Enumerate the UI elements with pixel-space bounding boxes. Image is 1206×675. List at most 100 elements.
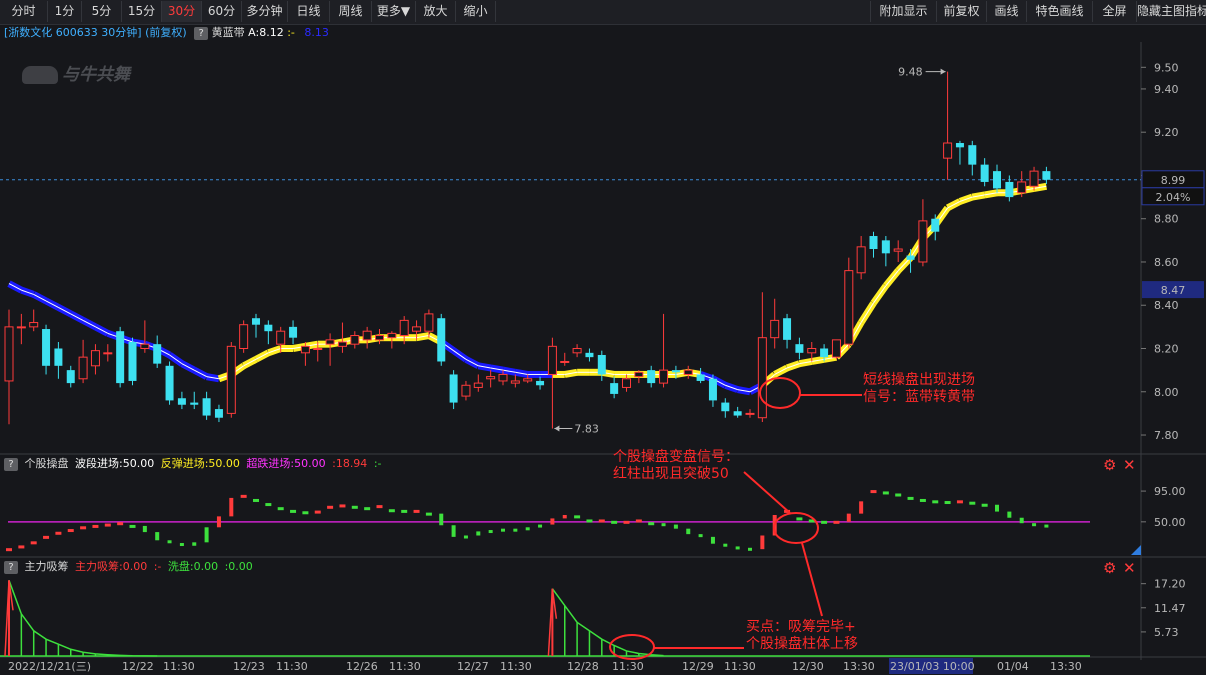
p2-tick-label-0: 95.00	[1154, 485, 1186, 498]
candle-body-down	[536, 380, 545, 386]
panel2-corner-marker	[1131, 545, 1141, 555]
panel2-dash	[919, 498, 926, 502]
x-axis-label-15: 23/01/03 10:00	[890, 660, 975, 673]
panel2-bar	[204, 527, 209, 543]
y-tick-label-4: 8.80	[1154, 213, 1179, 226]
panel2-bar	[735, 546, 740, 550]
candle-body-up	[745, 412, 755, 415]
candle-body-down	[1005, 181, 1014, 198]
y-tick-label-6: 8.40	[1154, 299, 1179, 312]
panel2-help-icon[interactable]: ?	[4, 457, 18, 471]
candle-body-down	[708, 378, 717, 401]
candle-body-up	[362, 330, 372, 341]
x-axis-label-8: 11:30	[500, 660, 532, 673]
candle-body-down	[66, 370, 75, 384]
panel2-dash	[425, 512, 432, 516]
candle-body-up	[856, 246, 866, 274]
candle-body-up	[90, 350, 100, 367]
low-marker-label: 7.83	[574, 423, 599, 436]
panel2-settings-icon[interactable]: ⚙	[1103, 458, 1116, 473]
candle-body-down	[190, 402, 199, 405]
candle-body-up	[770, 319, 780, 339]
x-axis-label-7: 12/27	[457, 660, 489, 673]
candle-body-down	[449, 374, 458, 403]
panel2-dash	[586, 519, 593, 523]
x-axis-label-14: 13:30	[843, 660, 875, 673]
panel2-dash	[932, 500, 939, 504]
panel2-bar	[216, 516, 221, 528]
pct-badge: 2.04%	[1156, 191, 1191, 204]
candle-body-down	[1042, 171, 1051, 180]
panel2-bar	[476, 531, 481, 536]
panel2-dash	[117, 522, 124, 526]
panel2-name[interactable]: 个股操盘	[25, 457, 69, 470]
panel2-bar	[550, 518, 555, 525]
panel2-dash	[80, 526, 87, 530]
candle-body-up	[78, 356, 88, 380]
panel2-dash	[796, 517, 803, 521]
panel2-dash	[277, 507, 284, 511]
panel2-bar	[1032, 523, 1037, 527]
candle-body-down	[869, 236, 878, 249]
panel2-dash	[240, 494, 247, 498]
panel2-dash	[969, 501, 976, 505]
panel2-bar	[1044, 524, 1049, 528]
candle-body-up	[4, 326, 14, 382]
candle-body-down	[128, 342, 137, 381]
candle-body-down	[177, 398, 186, 405]
price-badge: 8.99	[1161, 174, 1186, 187]
panel2-bar	[142, 525, 147, 533]
annotation-circle-turn	[773, 512, 819, 544]
annotation-line-buy-2	[801, 542, 823, 617]
panel2-sep: :-	[373, 457, 382, 470]
candle-body-up	[498, 373, 508, 382]
panel3-title: ? 主力吸筹 主力吸筹:0.00 :- 洗盘:0.00 :0.00	[0, 559, 256, 575]
panel2-dash	[648, 522, 655, 526]
panel2-bar	[488, 530, 493, 534]
panel3-name[interactable]: 主力吸筹	[25, 560, 69, 573]
y-tick-label-7: 8.20	[1154, 343, 1179, 356]
candle-body-down	[153, 344, 162, 364]
panel2-dash	[907, 496, 914, 500]
panel2-dash	[870, 490, 877, 494]
panel2-bar	[192, 542, 197, 546]
panel2-bar	[723, 543, 728, 547]
x-axis-label-17: 13:30	[1050, 660, 1082, 673]
panel3-settings-icon[interactable]: ⚙	[1103, 561, 1116, 576]
x-axis-label-3: 12/23	[233, 660, 265, 673]
candle-body-up	[486, 376, 496, 380]
candle-body-down	[721, 402, 730, 412]
level-badge: 8.47	[1161, 284, 1186, 297]
candle-body-down	[585, 352, 594, 358]
candle-body-up	[659, 369, 669, 384]
x-axis-label-13: 12/30	[792, 660, 824, 673]
candle-body-down	[968, 145, 977, 165]
candle-body-up	[16, 326, 26, 329]
candle-body-up	[844, 270, 854, 345]
candle-body-up	[337, 341, 347, 347]
panel2-dash	[92, 524, 99, 528]
x-axis-label-12: 11:30	[724, 660, 756, 673]
panel2-dash	[6, 548, 12, 552]
candle-body-up	[325, 339, 335, 345]
candle-body-up	[387, 332, 397, 339]
x-axis-label-6: 11:30	[389, 660, 421, 673]
band-center-line	[873, 285, 887, 304]
candle-body-up	[29, 322, 39, 328]
panel2-bar	[167, 540, 172, 544]
candle-body-down	[980, 164, 989, 182]
panel3-close-icon[interactable]: ✕	[1123, 561, 1136, 576]
panel2-dash	[290, 509, 297, 513]
candle-body-down	[42, 329, 51, 366]
panel2-bar	[748, 547, 752, 551]
panel3-help-icon[interactable]: ?	[4, 560, 18, 574]
panel2-dash	[611, 520, 618, 524]
panel2-dash	[574, 515, 581, 519]
annotation-entry-signal: 短线操盘出现进场 信号：蓝带转黄带	[863, 372, 975, 405]
x-axis-label-10: 11:30	[612, 660, 644, 673]
x-axis-label-4: 11:30	[276, 660, 308, 673]
y-tick-label-0: 9.50	[1154, 61, 1179, 74]
panel2-dash	[265, 503, 272, 507]
panel2-close-icon[interactable]: ✕	[1123, 458, 1136, 473]
high-marker-label: 9.48	[898, 66, 923, 79]
